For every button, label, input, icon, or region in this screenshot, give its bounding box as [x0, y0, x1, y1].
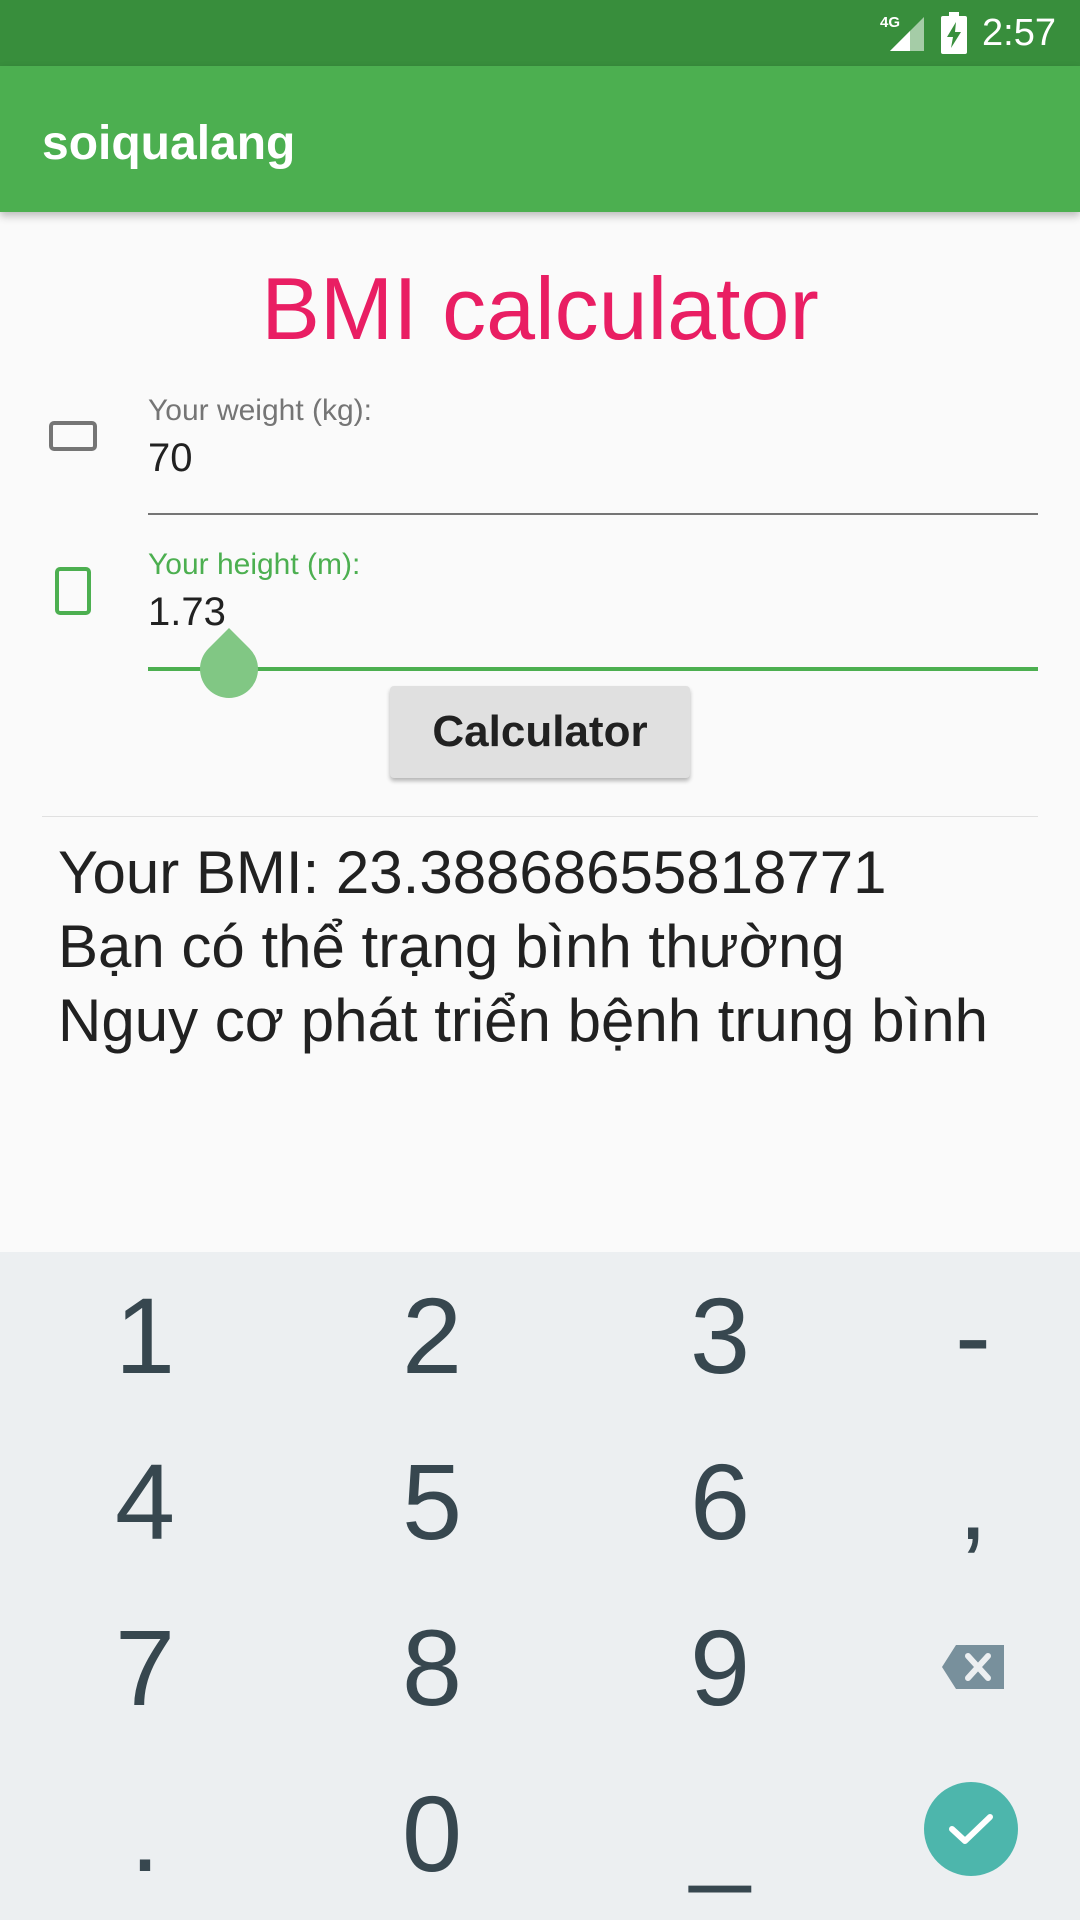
status-bar: 4G 2:57 [0, 0, 1080, 66]
enter-check-icon [949, 1814, 993, 1844]
key-4[interactable]: 4 [10, 1418, 280, 1584]
status-icons: 4G 2:57 [880, 0, 1056, 66]
weight-input[interactable]: 70 [148, 436, 193, 481]
key-minus[interactable]: - [838, 1252, 1080, 1418]
body-status: Bạn có thể trạng bình thường [58, 913, 845, 980]
app-bar: soiqualang [0, 66, 1080, 212]
signal-icon: 4G [880, 14, 925, 51]
risk-status: Nguy cơ phát triển bệnh trung bình [58, 987, 988, 1054]
key-backspace[interactable] [838, 1584, 1080, 1750]
cursor-handle[interactable] [187, 627, 271, 711]
page-title: BMI calculator [261, 259, 819, 358]
key-enter[interactable] [836, 1746, 1080, 1912]
bmi-result: Your BMI: 23.38868655818771 [58, 839, 887, 906]
height-input[interactable]: 1.73 [148, 590, 226, 635]
key-6[interactable]: 6 [585, 1418, 855, 1584]
height-label: Your height (m): [148, 548, 361, 581]
numeric-keyboard: 1 2 3 - 4 5 6 , 7 8 9 . 0 _ [0, 1252, 1080, 1920]
height-underline [148, 667, 1038, 671]
status-time: 2:57 [982, 11, 1056, 54]
enter-button[interactable] [924, 1782, 1018, 1876]
key-5[interactable]: 5 [297, 1418, 567, 1584]
calculator-button[interactable]: Calculator [390, 686, 690, 778]
key-0[interactable]: 0 [297, 1750, 567, 1916]
weight-underline [148, 513, 1038, 515]
key-3[interactable]: 3 [585, 1252, 855, 1418]
key-period[interactable]: . [10, 1750, 280, 1916]
key-2[interactable]: 2 [297, 1252, 567, 1418]
divider [42, 816, 1038, 817]
key-8[interactable]: 8 [297, 1584, 567, 1750]
backspace-icon [942, 1645, 1004, 1689]
key-1[interactable]: 1 [10, 1252, 280, 1418]
key-underscore[interactable]: _ [585, 1750, 855, 1916]
weight-field-icon [48, 420, 98, 459]
key-comma[interactable]: , [838, 1418, 1080, 1584]
network-type-label: 4G [880, 14, 900, 31]
app-title: soiqualang [42, 117, 296, 170]
key-7[interactable]: 7 [10, 1584, 280, 1750]
battery-charging-icon [941, 12, 968, 54]
height-field-icon [54, 566, 94, 623]
weight-label: Your weight (kg): [148, 394, 373, 427]
key-9[interactable]: 9 [585, 1584, 855, 1750]
